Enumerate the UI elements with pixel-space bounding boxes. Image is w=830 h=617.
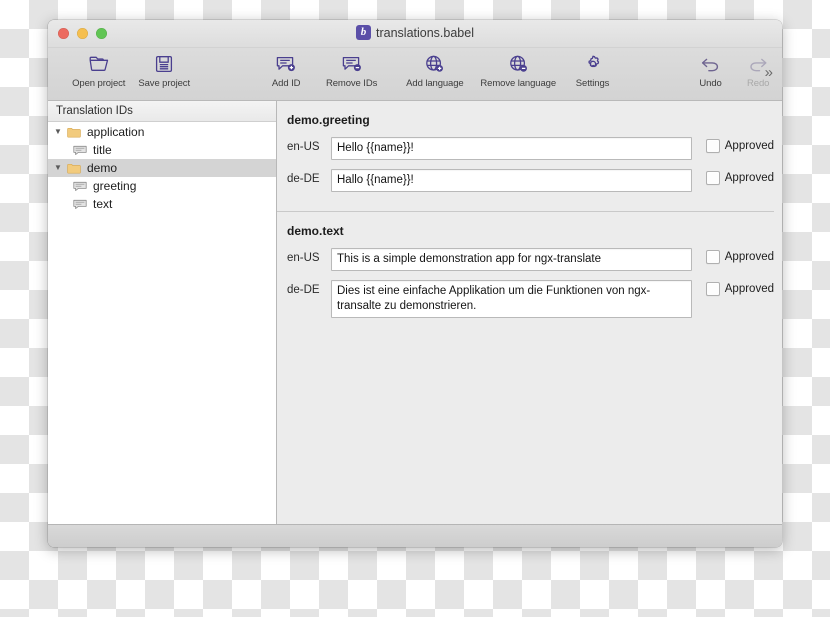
translation-input-de-de-greeting[interactable]: Hallo {{name}}!	[331, 169, 692, 192]
folder-open-icon	[88, 51, 110, 77]
toolbar-overflow-button[interactable]: »	[765, 64, 772, 81]
translation-section-demo-greeting: demo.greeting en-US Hello {{name}}! Appr…	[277, 101, 774, 211]
tree-row-application-title-label: title	[90, 143, 112, 157]
toolbar-open-project-label: Open project	[72, 78, 125, 89]
message-bubble-icon	[73, 145, 90, 156]
approved-checkbox[interactable]	[706, 282, 720, 296]
translation-input-en-us-text[interactable]: This is a simple demonstration app for n…	[331, 248, 692, 271]
toolbar-save-project[interactable]: Save project	[131, 48, 196, 89]
toolbar-remove-language[interactable]: Remove language	[477, 48, 560, 89]
speech-bubble-plus-icon	[275, 51, 297, 77]
approved-control[interactable]: Approved	[706, 280, 774, 296]
window-body: Translation IDs ▼ application title	[48, 101, 782, 524]
tree-row-application-title[interactable]: title	[48, 141, 276, 159]
language-label: en-US	[287, 248, 331, 264]
toolbar-redo[interactable]: Redo	[734, 48, 782, 89]
minimize-button[interactable]	[77, 28, 88, 39]
approved-label: Approved	[725, 172, 774, 184]
disclosure-triangle-icon[interactable]: ▼	[54, 164, 67, 172]
tree-row-demo-greeting-label: greeting	[90, 179, 136, 193]
main-toolbar: Open project Save project	[48, 48, 782, 101]
toolbar-settings-label: Settings	[576, 78, 610, 89]
window-title-group: b translations.babel	[48, 25, 782, 40]
approved-checkbox[interactable]	[706, 139, 720, 153]
approved-checkbox[interactable]	[706, 171, 720, 185]
translation-section-demo-text: demo.text en-US This is a simple demonst…	[277, 211, 774, 337]
toolbar-add-language[interactable]: Add language	[393, 48, 476, 89]
toolbar-add-id-label: Add ID	[272, 78, 300, 89]
toolbar-add-language-label: Add language	[406, 78, 463, 89]
sidebar-header-label: Translation IDs	[48, 101, 276, 122]
approved-control[interactable]: Approved	[706, 169, 774, 185]
floppy-disk-icon	[154, 51, 174, 77]
toolbar-add-id[interactable]: Add ID	[262, 48, 310, 89]
translation-input-de-de-text[interactable]: Dies ist eine einfache Applikation um di…	[331, 280, 692, 318]
section-title: demo.greeting	[287, 113, 774, 127]
window-title-text: translations.babel	[376, 26, 474, 40]
approved-label: Approved	[725, 251, 774, 263]
tree-row-demo-text[interactable]: text	[48, 195, 276, 213]
toolbar-remove-language-label: Remove language	[480, 78, 556, 89]
toolbar-undo-label: Undo	[699, 78, 721, 89]
language-label: de-DE	[287, 280, 331, 296]
approved-control[interactable]: Approved	[706, 248, 774, 264]
babel-document-icon: b	[356, 25, 371, 40]
folder-icon	[67, 127, 84, 138]
window-titlebar[interactable]: b translations.babel	[48, 20, 782, 48]
close-button[interactable]	[58, 28, 69, 39]
traffic-light-buttons	[58, 28, 107, 39]
translation-editor-panel: demo.greeting en-US Hello {{name}}! Appr…	[277, 101, 782, 524]
translation-field-row: en-US Hello {{name}}! Approved	[287, 137, 774, 160]
toolbar-remove-ids-label: Remove IDs	[326, 78, 377, 89]
disclosure-triangle-icon[interactable]: ▼	[54, 128, 67, 136]
tree-row-demo-greeting[interactable]: greeting	[48, 177, 276, 195]
translation-id-tree: ▼ application title ▼	[48, 122, 276, 524]
tree-row-demo-text-label: text	[90, 197, 112, 211]
application-window: b translations.babel Open project	[48, 20, 782, 547]
language-label: de-DE	[287, 169, 331, 185]
message-bubble-icon	[73, 181, 90, 192]
translation-input-en-us-greeting[interactable]: Hello {{name}}!	[331, 137, 692, 160]
gear-icon	[583, 51, 603, 77]
translation-field-row: de-DE Dies ist eine einfache Applikation…	[287, 280, 774, 318]
section-title: demo.text	[287, 224, 774, 238]
zoom-button[interactable]	[96, 28, 107, 39]
translation-field-row: en-US This is a simple demonstration app…	[287, 248, 774, 271]
language-label: en-US	[287, 137, 331, 153]
message-bubble-icon	[73, 199, 90, 210]
tree-row-demo[interactable]: ▼ demo	[48, 159, 276, 177]
folder-icon	[67, 163, 84, 174]
globe-plus-icon	[424, 51, 445, 77]
translation-ids-sidebar: Translation IDs ▼ application title	[48, 101, 277, 524]
approved-checkbox[interactable]	[706, 250, 720, 264]
window-status-bar	[48, 524, 782, 547]
approved-control[interactable]: Approved	[706, 137, 774, 153]
approved-label: Approved	[725, 283, 774, 295]
toolbar-settings[interactable]: Settings	[560, 48, 625, 89]
tree-row-demo-label: demo	[84, 161, 117, 175]
toolbar-undo[interactable]: Undo	[687, 48, 735, 89]
speech-bubble-minus-icon	[341, 51, 363, 77]
approved-label: Approved	[725, 140, 774, 152]
toolbar-save-project-label: Save project	[138, 78, 190, 89]
globe-minus-icon	[508, 51, 529, 77]
undo-arrow-icon	[700, 51, 722, 77]
tree-row-application[interactable]: ▼ application	[48, 123, 276, 141]
toolbar-open-project[interactable]: Open project	[66, 48, 131, 89]
toolbar-remove-ids[interactable]: Remove IDs	[310, 48, 393, 89]
translation-field-row: de-DE Hallo {{name}}! Approved	[287, 169, 774, 192]
tree-row-application-label: application	[84, 125, 144, 139]
